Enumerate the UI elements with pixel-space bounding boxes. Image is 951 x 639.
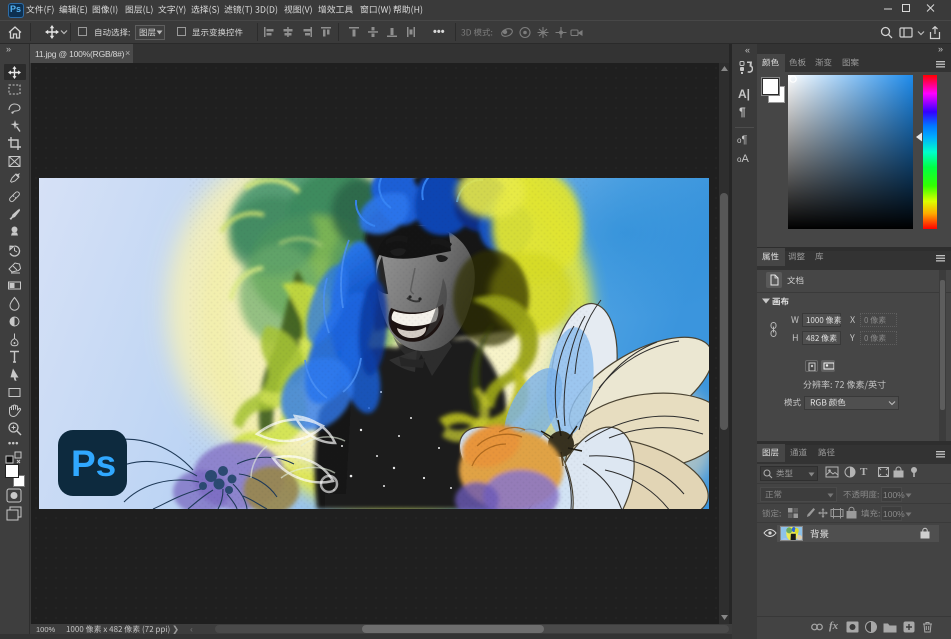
svg-text:Ps: Ps	[71, 443, 116, 484]
